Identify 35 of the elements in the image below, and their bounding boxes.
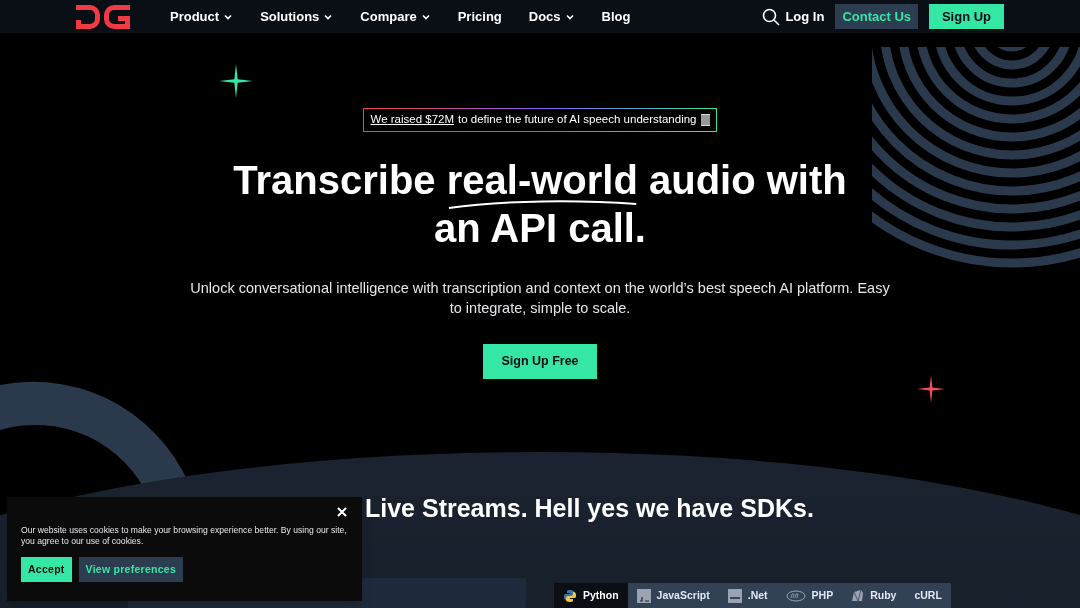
close-button[interactable] — [336, 506, 348, 518]
language-tab[interactable]: Python — [554, 583, 628, 608]
js-square-icon — [636, 588, 651, 603]
php-oval-icon — [785, 589, 806, 602]
accept-button[interactable]: Accept — [21, 557, 72, 582]
document-lines-icon — [700, 113, 710, 126]
view-preferences-button[interactable]: View preferences — [78, 557, 183, 582]
funding-link[interactable]: We raised $72M — [370, 111, 454, 129]
announcement-text: to define the future of AI speech understanding — [458, 112, 697, 128]
contact-us-button[interactable]: Contact Us — [835, 4, 918, 30]
sdk-section-heading: Live Streams. Hell yes we have SDKs. — [365, 492, 815, 524]
nav-menu-link[interactable]: Pricing — [457, 6, 502, 27]
nav-menu-link[interactable]: Product — [170, 6, 234, 27]
sign-up-button[interactable]: Sign Up — [929, 4, 1004, 30]
nav-menu-link[interactable]: Blog — [601, 6, 631, 27]
gem-icon — [851, 589, 865, 602]
sign-up-free-button[interactable]: Sign Up Free — [483, 343, 597, 379]
language-tab[interactable]: PHP — [776, 583, 843, 608]
nav-menu-link[interactable]: Solutions — [260, 6, 334, 27]
net-square-icon — [727, 588, 742, 603]
cookie-notice-text: Our website uses cookies to make your browsing experience better. By using our site, you agree to our use of cookies. — [21, 525, 348, 547]
nav-menu-link[interactable]: Docs — [528, 6, 575, 27]
hero-headline: Transcribe real-world audio with an API call. — [232, 156, 848, 252]
search-icon[interactable] — [762, 7, 781, 26]
dg-logo-icon — [76, 4, 130, 29]
language-tab[interactable]: JavaScript — [627, 583, 719, 608]
snake-logo-icon — [563, 588, 577, 603]
log-in-link[interactable]: Log In — [785, 6, 825, 27]
language-tab[interactable]: cURL — [905, 583, 951, 608]
language-tab[interactable]: .Net — [718, 583, 777, 608]
close-icon — [337, 507, 347, 517]
swoosh-underline-icon — [446, 199, 638, 210]
hero-subtitle: Unlock conversational intelligence with transcription and context on the world’s best speech AI platform. Easy to integrate, simple to scale. — [190, 278, 890, 318]
nav-menu-link[interactable]: Compare — [360, 6, 431, 27]
language-tab[interactable]: Ruby — [842, 583, 906, 608]
